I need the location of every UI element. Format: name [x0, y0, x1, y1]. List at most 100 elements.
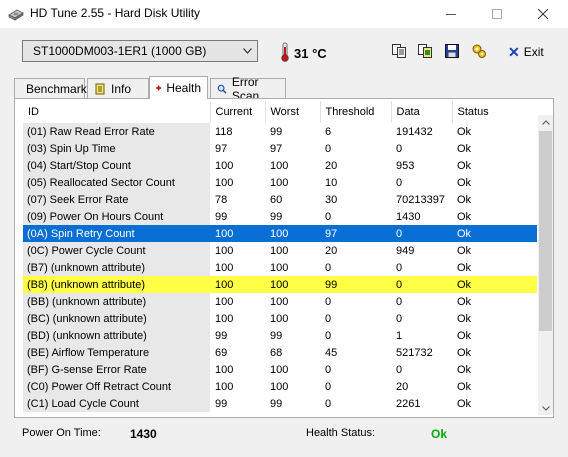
maximize-icon	[492, 9, 502, 19]
table-row[interactable]: (B8) (unknown attribute) 100 100 99 0 Ok	[23, 276, 537, 293]
cell-id: (B8) (unknown attribute)	[23, 276, 210, 293]
health-icon	[156, 85, 162, 91]
cell-id: (0C) Power Cycle Count	[23, 242, 210, 259]
cell-status: Ok	[457, 159, 472, 172]
table-row[interactable]: (0C) Power Cycle Count 100 100 20 949 Ok	[23, 242, 537, 259]
table-row[interactable]: (C0) Power Off Retract Count 100 100 0 20 Ok	[23, 378, 537, 395]
health-status-label: Health Status:	[306, 427, 376, 439]
tab-error-scan[interactable]: Error Scan	[210, 75, 286, 103]
save-icon[interactable]	[444, 43, 460, 59]
table-row[interactable]: (05) Reallocated Sector Count 100 100 10 0 Ok	[23, 174, 537, 191]
scroll-down-button[interactable]	[538, 401, 553, 415]
cell-threshold: 0	[325, 329, 332, 342]
cell-threshold: 0	[325, 363, 332, 376]
table-row[interactable]: (BB) (unknown attribute) 100 100 0 0 Ok	[23, 293, 537, 310]
cell-status: Ok	[452, 225, 537, 242]
cell-id: (BE) Airflow Temperature	[23, 344, 210, 361]
scroll-up-button[interactable]	[538, 115, 553, 129]
cell-threshold: 6	[325, 125, 332, 138]
table-row[interactable]: (C1) Load Cycle Count 99 99 0 2261 Ok	[23, 395, 537, 412]
cell-status: Ok	[457, 125, 472, 138]
cell-worst: 100	[270, 295, 289, 308]
exit-button[interactable]: ✕ Exit	[508, 42, 544, 62]
drive-select[interactable]: ST1000DM003-1ER1 (1000 GB)	[22, 40, 258, 62]
cell-current: 100	[215, 159, 234, 172]
cell-id: (03) Spin Up Time	[23, 140, 210, 157]
table-row[interactable]: (BF) G-sense Error Rate 100 100 0 0 Ok	[23, 361, 537, 378]
tab-info-label: Info	[111, 81, 132, 96]
cell-threshold: 97	[320, 225, 391, 242]
cell-current: 100	[215, 244, 234, 257]
cell-worst: 100	[270, 363, 289, 376]
cell-threshold: 0	[325, 142, 332, 155]
cell-current: 99	[215, 397, 228, 410]
cell-status: Ok	[452, 276, 537, 293]
table-row[interactable]: (B7) (unknown attribute) 100 100 0 0 Ok	[23, 259, 537, 276]
table-row[interactable]: (09) Power On Hours Count 99 99 0 1430 Ok	[23, 208, 537, 225]
column-header-current[interactable]: Current	[210, 101, 266, 123]
tab-health[interactable]: Health	[149, 76, 208, 99]
table-row[interactable]: (BD) (unknown attribute) 99 99 0 1 Ok	[23, 327, 537, 344]
cell-worst: 100	[270, 261, 289, 274]
chevron-down-icon	[541, 405, 550, 411]
cell-data: 521732	[396, 346, 433, 359]
smart-table-container: ID Current Worst Threshold Data Status (…	[23, 101, 537, 415]
cell-threshold: 20	[325, 159, 338, 172]
cell-status: Ok	[457, 329, 472, 342]
cell-data: 0	[396, 176, 403, 189]
cell-status: Ok	[457, 193, 472, 206]
maximize-button[interactable]	[474, 0, 520, 28]
options-icon[interactable]	[471, 43, 487, 59]
table-row[interactable]: (07) Seek Error Rate 78 60 30 70213397 Ok	[23, 191, 537, 208]
minimize-button[interactable]	[428, 0, 474, 28]
cell-data: 0	[396, 295, 403, 308]
column-header-status[interactable]: Status	[452, 101, 537, 123]
cell-current: 100	[210, 276, 265, 293]
cell-status: Ok	[457, 312, 472, 325]
close-button[interactable]	[520, 0, 566, 28]
vertical-scrollbar[interactable]	[538, 115, 553, 415]
copy-icon[interactable]	[391, 43, 407, 59]
scroll-thumb[interactable]	[539, 131, 552, 331]
cell-current: 100	[215, 380, 234, 393]
cell-worst: 97	[270, 142, 283, 155]
cell-id: (BB) (unknown attribute)	[23, 293, 210, 310]
cell-status: Ok	[457, 244, 472, 257]
table-row[interactable]: (BC) (unknown attribute) 100 100 0 0 Ok	[23, 310, 537, 327]
column-header-threshold[interactable]: Threshold	[320, 101, 392, 123]
power-on-time-label: Power On Time:	[22, 427, 101, 439]
cell-threshold: 20	[325, 244, 338, 257]
cell-id: (05) Reallocated Sector Count	[23, 174, 210, 191]
cell-status: Ok	[457, 295, 472, 308]
table-row[interactable]: (BE) Airflow Temperature 69 68 45 521732 Ok	[23, 344, 537, 361]
cell-worst: 100	[270, 244, 289, 257]
table-row[interactable]: (0A) Spin Retry Count 100 100 97 0 Ok	[23, 225, 537, 242]
cell-status: Ok	[457, 380, 472, 393]
tab-info[interactable]: Info	[87, 78, 149, 98]
cell-worst: 68	[270, 346, 283, 359]
tab-health-label: Health	[166, 81, 201, 95]
cell-threshold: 0	[325, 397, 332, 410]
column-header-worst[interactable]: Worst	[265, 101, 321, 123]
column-header-data[interactable]: Data	[391, 101, 453, 123]
cell-current: 99	[215, 329, 228, 342]
cell-threshold: 0	[325, 261, 332, 274]
cell-data: 0	[396, 142, 403, 155]
cell-worst: 99	[270, 210, 283, 223]
copy-info-icon[interactable]	[417, 43, 433, 59]
cell-worst: 100	[270, 380, 289, 393]
cell-id: (09) Power On Hours Count	[23, 208, 210, 225]
table-row[interactable]: (03) Spin Up Time 97 97 0 0 Ok	[23, 140, 537, 157]
cell-current: 118	[215, 125, 233, 138]
cell-data: 191432	[396, 125, 433, 138]
table-row[interactable]: (04) Start/Stop Count 100 100 20 953 Ok	[23, 157, 537, 174]
cell-data: 0	[396, 312, 403, 325]
tab-benchmark[interactable]: Benchmark	[14, 78, 87, 98]
cell-data: 0	[396, 261, 403, 274]
smart-attributes-table: ID Current Worst Threshold Data Status (…	[23, 101, 537, 412]
cell-data: 1430	[396, 210, 421, 223]
column-header-id[interactable]: ID	[23, 101, 211, 123]
cell-worst: 100	[270, 312, 289, 325]
table-row[interactable]: (01) Raw Read Error Rate 118 99 6 191432 Ok	[23, 123, 537, 140]
title-bar: HD Tune 2.55 - Hard Disk Utility	[0, 0, 568, 28]
